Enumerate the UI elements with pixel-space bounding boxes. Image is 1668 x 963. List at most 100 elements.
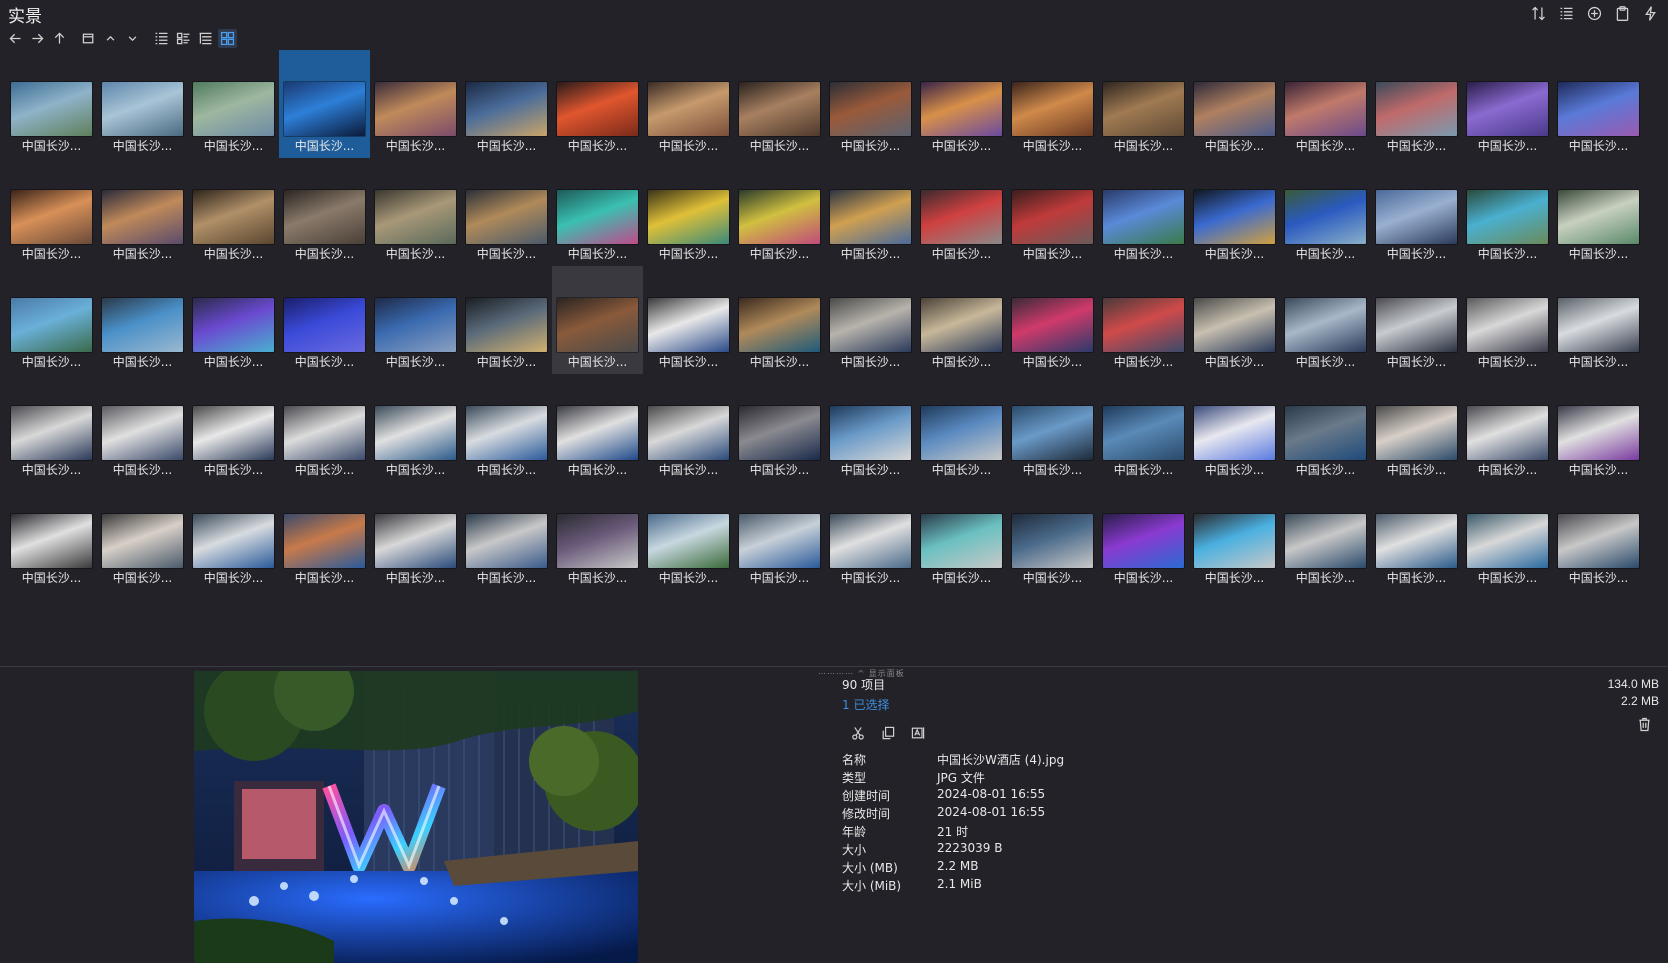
thumbnails-icon[interactable]: [218, 28, 237, 48]
thumbnail-item[interactable]: 中国长沙...: [370, 158, 461, 266]
thumbnail-item[interactable]: 中国长沙...: [1098, 482, 1189, 590]
thumbnail-item[interactable]: 中国长沙...: [1007, 158, 1098, 266]
thumbnail-item[interactable]: 中国长沙...: [279, 266, 370, 374]
thumbnail-item[interactable]: 中国长沙...: [1553, 482, 1644, 590]
thumbnail-item[interactable]: 中国长沙...: [734, 374, 825, 482]
thumbnail-item[interactable]: 中国长沙...: [279, 158, 370, 266]
thumbnail-item[interactable]: 中国长沙...: [734, 158, 825, 266]
thumbnail-item[interactable]: 中国长沙...: [461, 158, 552, 266]
thumbnail-item[interactable]: 中国长沙...: [1462, 266, 1553, 374]
thumbnail-item[interactable]: 中国长沙...: [188, 50, 279, 158]
cut-icon[interactable]: [848, 723, 868, 743]
thumbnail-item[interactable]: 中国长沙...: [1007, 266, 1098, 374]
list-icon[interactable]: [152, 29, 171, 48]
thumbnail-item[interactable]: 中国长沙...: [1280, 266, 1371, 374]
thumbnail-item[interactable]: 中国长沙...: [370, 50, 461, 158]
clipboard-icon[interactable]: [1612, 3, 1632, 23]
thumbnail-item[interactable]: 中国长沙...: [1371, 158, 1462, 266]
thumbnail-item[interactable]: 中国长沙...: [552, 374, 643, 482]
back-arrow-icon[interactable]: [6, 29, 25, 48]
panel-splitter[interactable]: [0, 666, 1668, 667]
panel-icon[interactable]: [1556, 3, 1576, 23]
thumbnail-item[interactable]: 中国长沙...: [1553, 266, 1644, 374]
thumbnail-item[interactable]: 中国长沙...: [279, 374, 370, 482]
thumbnail-item[interactable]: 中国长沙...: [552, 158, 643, 266]
thumbnail-item[interactable]: 中国长沙...: [734, 482, 825, 590]
sort-up-icon[interactable]: [101, 29, 120, 48]
thumbnail-item[interactable]: 中国长沙...: [6, 266, 97, 374]
thumbnail-item[interactable]: 中国长沙...: [552, 482, 643, 590]
thumbnail-item[interactable]: 中国长沙...: [1371, 374, 1462, 482]
thumbnail-item[interactable]: 中国长沙...: [370, 482, 461, 590]
tree-icon[interactable]: [196, 29, 215, 48]
thumbnail-item[interactable]: 中国长沙...: [825, 374, 916, 482]
thumbnail-item[interactable]: 中国长沙...: [916, 482, 1007, 590]
thumbnail-item[interactable]: 中国长沙...: [461, 50, 552, 158]
thumbnail-item[interactable]: 中国长沙...: [734, 266, 825, 374]
lightning-icon[interactable]: [1640, 3, 1660, 23]
thumbnail-item[interactable]: 中国长沙...: [461, 266, 552, 374]
thumbnail-item[interactable]: 中国长沙...: [1371, 482, 1462, 590]
thumbnail-item[interactable]: 中国长沙...: [6, 482, 97, 590]
thumbnail-item[interactable]: 中国长沙...: [97, 50, 188, 158]
thumbnail-item[interactable]: 中国长沙...: [1553, 158, 1644, 266]
thumbnail-item[interactable]: 中国长沙...: [916, 50, 1007, 158]
thumbnail-item[interactable]: 中国长沙...: [461, 482, 552, 590]
add-icon[interactable]: [1584, 3, 1604, 23]
thumbnail-item[interactable]: 中国长沙...: [1098, 50, 1189, 158]
thumbnail-item[interactable]: 中国长沙...: [1098, 266, 1189, 374]
thumbnail-item[interactable]: 中国长沙...: [1007, 482, 1098, 590]
thumbnail-item[interactable]: 中国长沙...: [1007, 50, 1098, 158]
up-arrow-icon[interactable]: [50, 29, 69, 48]
thumbnail-item[interactable]: 中国长沙...: [1098, 374, 1189, 482]
thumbnail-item[interactable]: 中国长沙...: [188, 482, 279, 590]
delete-icon[interactable]: [1634, 714, 1654, 734]
thumbnail-item[interactable]: 中国长沙...: [1371, 266, 1462, 374]
thumbnail-item[interactable]: 中国长沙...: [1462, 158, 1553, 266]
details-icon[interactable]: [174, 29, 193, 48]
sort-icon[interactable]: [1528, 3, 1548, 23]
thumbnail-item[interactable]: 中国长沙...: [6, 374, 97, 482]
thumbnail-item[interactable]: 中国长沙...: [643, 158, 734, 266]
thumbnail-item[interactable]: 中国长沙...: [1462, 50, 1553, 158]
thumbnail-item[interactable]: 中国长沙...: [1007, 374, 1098, 482]
thumbnail-item[interactable]: 中国长沙...: [6, 50, 97, 158]
thumbnail-item[interactable]: 中国长沙...: [643, 482, 734, 590]
thumbnail-item[interactable]: 中国长沙...: [552, 266, 643, 374]
copy-icon[interactable]: [878, 723, 898, 743]
thumbnail-item[interactable]: 中国长沙...: [916, 374, 1007, 482]
thumbnail-item[interactable]: 中国长沙...: [1280, 482, 1371, 590]
window-icon[interactable]: [79, 29, 98, 48]
thumbnail-item[interactable]: 中国长沙...: [1553, 50, 1644, 158]
thumbnail-item[interactable]: 中国长沙...: [734, 50, 825, 158]
thumbnail-item[interactable]: 中国长沙...: [370, 266, 461, 374]
thumbnail-item[interactable]: 中国长沙...: [1553, 374, 1644, 482]
thumbnail-item[interactable]: 中国长沙...: [825, 50, 916, 158]
thumbnail-item[interactable]: 中国长沙...: [279, 50, 370, 158]
thumbnail-item[interactable]: 中国长沙...: [1098, 158, 1189, 266]
thumbnail-item[interactable]: 中国长沙...: [370, 374, 461, 482]
thumbnail-item[interactable]: 中国长沙...: [643, 266, 734, 374]
thumbnail-item[interactable]: 中国长沙...: [97, 266, 188, 374]
thumbnail-item[interactable]: 中国长沙...: [461, 374, 552, 482]
thumbnail-item[interactable]: 中国长沙...: [1189, 266, 1280, 374]
thumbnail-item[interactable]: 中国长沙...: [1189, 50, 1280, 158]
thumbnail-item[interactable]: 中国长沙...: [97, 482, 188, 590]
thumbnail-item[interactable]: 中国长沙...: [916, 158, 1007, 266]
sort-down-icon[interactable]: [123, 29, 142, 48]
thumbnail-item[interactable]: 中国长沙...: [97, 158, 188, 266]
thumbnail-item[interactable]: 中国长沙...: [6, 158, 97, 266]
thumbnail-item[interactable]: 中国长沙...: [279, 482, 370, 590]
thumbnail-item[interactable]: 中国长沙...: [1462, 482, 1553, 590]
thumbnail-item[interactable]: 中国长沙...: [1189, 374, 1280, 482]
thumbnail-item[interactable]: 中国长沙...: [188, 374, 279, 482]
thumbnail-item[interactable]: 中国长沙...: [1371, 50, 1462, 158]
thumbnail-item[interactable]: 中国长沙...: [97, 374, 188, 482]
thumbnail-item[interactable]: 中国长沙...: [1280, 158, 1371, 266]
thumbnail-item[interactable]: 中国长沙...: [1189, 158, 1280, 266]
thumbnail-item[interactable]: 中国长沙...: [916, 266, 1007, 374]
thumbnail-item[interactable]: 中国长沙...: [825, 266, 916, 374]
rename-icon[interactable]: [908, 723, 928, 743]
selected-count[interactable]: 1 已选择: [842, 696, 1137, 713]
thumbnail-item[interactable]: 中国长沙...: [643, 50, 734, 158]
